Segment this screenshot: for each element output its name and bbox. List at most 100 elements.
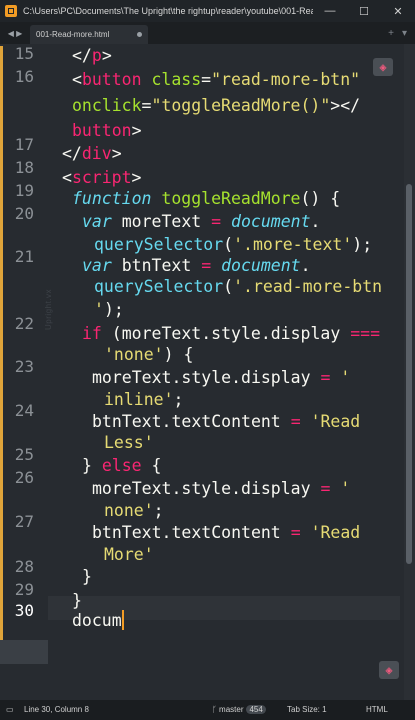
code-token: > [131, 121, 142, 140]
tab-tools: + ▾ [388, 22, 415, 44]
unsaved-dot-icon[interactable] [137, 32, 142, 37]
line-number-gutter: 15 16 17 18 19 20 21 22 23 24 25 26 27 28 29 30 [0, 44, 48, 700]
code-token: ) { [163, 345, 194, 364]
code-token: button [72, 121, 132, 140]
code-token: ' [340, 368, 351, 387]
line-number: 29 [14, 580, 34, 599]
code-line: Less' [104, 432, 154, 454]
code-token: { [141, 456, 162, 475]
tab-size[interactable]: Tab Size: 1 [287, 705, 327, 714]
line-number: 24 [14, 401, 34, 420]
code-token: </ [72, 46, 92, 65]
code-token: document [231, 212, 311, 231]
code-token: === [350, 324, 381, 343]
code-token: moreText.style.display [92, 479, 321, 498]
code-token: (moreText.style.display [101, 324, 351, 343]
code-token: docum [72, 611, 122, 630]
close-button[interactable]: ✕ [381, 5, 415, 18]
code-token: = [201, 256, 212, 275]
code-line: inline'; [104, 389, 183, 411]
code-token: = [290, 523, 301, 542]
code-token: ; [173, 390, 184, 409]
tab-label: 001-Read-more.html [36, 30, 110, 39]
code-token: "read-more-btn" [211, 70, 361, 89]
code-token: . [310, 212, 321, 231]
line-number: 27 [14, 512, 34, 531]
code-line: '); [94, 299, 124, 321]
syntax-mode[interactable]: HTML [366, 705, 388, 714]
cursor-position[interactable]: Line 30, Column 8 [24, 705, 89, 714]
code-token: btnText.textContent [92, 523, 291, 542]
code-token: Less' [104, 433, 154, 452]
code-line: if (moreText.style.display === [82, 323, 380, 345]
code-token: } [82, 567, 92, 586]
code-token: moreText [111, 212, 212, 231]
code-token: inline' [104, 390, 174, 409]
new-tab-button[interactable]: + [388, 28, 394, 39]
tab-bar: ◀ ▶ 001-Read-more.html + ▾ [0, 22, 415, 44]
app-icon [5, 5, 17, 17]
code-token: ); [352, 235, 373, 254]
code-token: = [201, 70, 212, 89]
shield-icon[interactable]: ◈ [379, 661, 399, 679]
code-token: > [101, 46, 112, 65]
status-monitor-icon[interactable]: ▭ [6, 705, 14, 714]
current-line-gutter-highlight [0, 640, 48, 664]
code-token: 'none' [104, 345, 164, 364]
line-number: 19 [14, 181, 34, 200]
minimize-button[interactable]: — [313, 5, 347, 17]
maximize-button[interactable]: ☐ [347, 5, 381, 18]
code-token: ( [223, 277, 234, 296]
code-line: moreText.style.display = ' [92, 367, 350, 389]
code-token: moreText.style.display [92, 368, 321, 387]
vertical-scrollbar[interactable] [404, 44, 415, 700]
branch-changes-count: 454 [246, 705, 266, 714]
tab-menu-button[interactable]: ▾ [402, 28, 407, 39]
code-token: ; [153, 501, 164, 520]
line-number: 22 [14, 314, 34, 333]
code-token: btnText [111, 256, 202, 275]
line-number: 20 [14, 204, 34, 223]
code-token: More' [104, 545, 154, 564]
code-token: btnText.textContent [92, 412, 291, 431]
code-token: script [71, 168, 132, 187]
code-line: function toggleReadMore() { [72, 188, 340, 210]
shield-icon[interactable]: ◈ [373, 58, 393, 76]
code-line: } else { [82, 455, 162, 477]
code-line: More' [104, 544, 154, 566]
code-editor[interactable]: </p> <button class="read-more-btn" onclick… [48, 44, 400, 700]
branch-icon: ᚴ [212, 705, 220, 714]
tab-active-file[interactable]: 001-Read-more.html [30, 25, 148, 44]
code-token: var [82, 256, 112, 275]
status-bar: ▭ Line 30, Column 8 ᚴ master 454 Tab Size… [0, 700, 415, 720]
code-token: button [81, 70, 142, 89]
code-line: var btnText = document. [82, 255, 311, 277]
code-token: = [320, 479, 331, 498]
line-number: 16 [14, 67, 34, 86]
line-number: 23 [14, 357, 34, 376]
code-token: div [81, 144, 112, 163]
code-token: </ [62, 144, 82, 163]
code-token: < [72, 70, 82, 89]
code-line: <script> [62, 167, 141, 189]
code-token: > [131, 168, 142, 187]
tab-nav-arrows[interactable]: ◀ ▶ [0, 22, 30, 44]
line-number: 30 [14, 601, 34, 620]
code-token: "toggleReadMore()" [151, 96, 331, 115]
watermark: Upright.vx [44, 288, 53, 330]
code-line: querySelector('.more-text'); [94, 234, 372, 256]
code-token: () { [300, 189, 341, 208]
code-line: } [72, 590, 82, 612]
scroll-thumb[interactable] [406, 184, 412, 564]
code-token: 'Read [310, 523, 361, 542]
code-line: btnText.textContent = 'Read [92, 522, 360, 544]
code-token: var [82, 212, 112, 231]
code-line: btnText.textContent = 'Read [92, 411, 360, 433]
branch-name: master [219, 705, 244, 714]
code-token: else [101, 456, 142, 475]
git-branch[interactable]: ᚴ master 454 [212, 705, 266, 714]
